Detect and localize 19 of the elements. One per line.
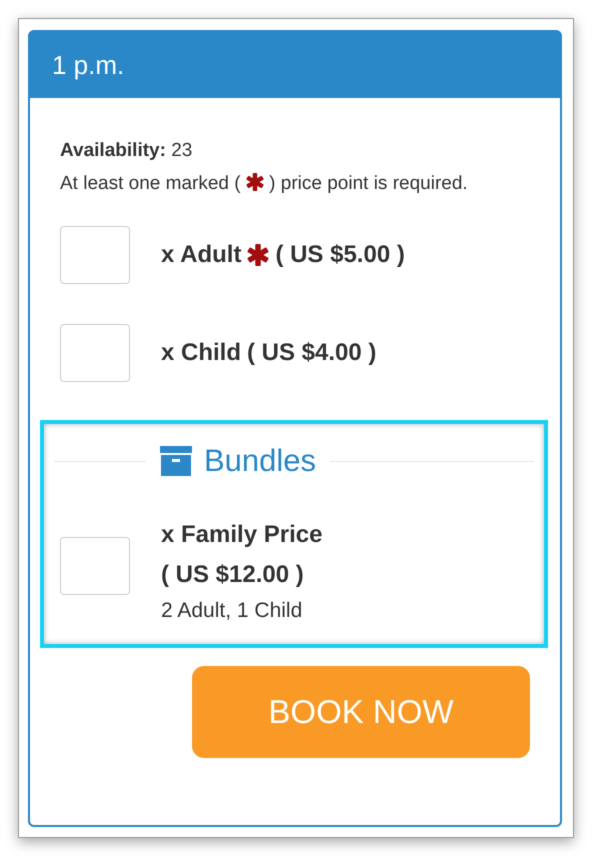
- panel-title: 1 p.m.: [52, 48, 124, 82]
- availability-text: Availability: 23: [60, 139, 194, 163]
- quantity-field[interactable]: [60, 226, 130, 284]
- price-point-price: ( US $5.00 ): [275, 240, 405, 270]
- notice-text: At least one marked (: [60, 173, 242, 194]
- bundles-legend: Bundles: [204, 438, 316, 484]
- bundle-price: ( US $12.00 ): [161, 560, 305, 590]
- price-point-name: x Child: [161, 338, 242, 368]
- quantity-field[interactable]: [60, 536, 130, 594]
- asterisk-icon: [247, 244, 270, 266]
- quantity-field[interactable]: [60, 324, 130, 382]
- price-point-name: x Adult: [161, 240, 242, 270]
- price-point-price: ( US $4.00 ): [247, 338, 376, 368]
- archive-box-icon: [160, 446, 192, 476]
- bundle-details: 2 Adult, 1 Child: [161, 598, 304, 624]
- asterisk-icon: [246, 173, 264, 191]
- book-now-button[interactable]: BOOK NOW: [192, 666, 530, 758]
- bundle-name: x Family Price: [161, 520, 322, 550]
- notice-text: ) price point is required.: [268, 173, 468, 194]
